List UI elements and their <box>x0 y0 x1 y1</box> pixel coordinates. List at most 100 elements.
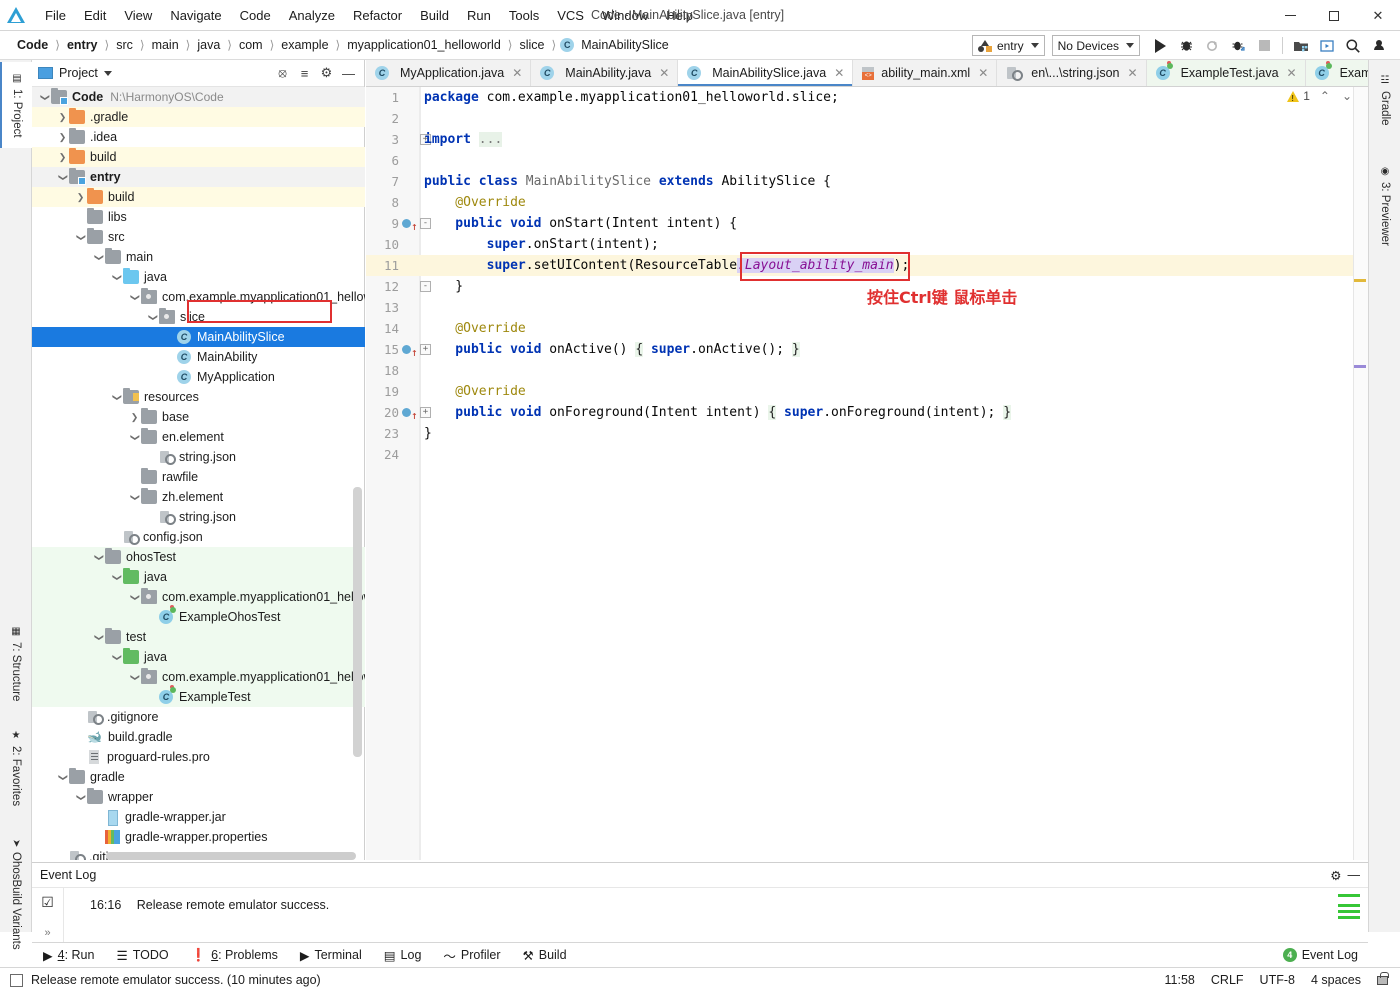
tool-window-button[interactable]: ❗ 6: Problems <box>180 948 289 963</box>
menu-tools[interactable]: Tools <box>500 4 548 27</box>
breadcrumb-example[interactable]: example <box>278 38 331 52</box>
menu-file[interactable]: File <box>36 4 75 27</box>
sidebar-item-ohosbuild-variants[interactable]: ➤ OhosBuild Variants <box>0 823 32 965</box>
chevron-right-icon[interactable] <box>56 112 69 123</box>
menu-edit[interactable]: Edit <box>75 4 115 27</box>
chevron-right-icon[interactable] <box>56 132 69 143</box>
breadcrumb-entry[interactable]: entry <box>64 38 101 52</box>
checkbox-icon[interactable]: ☑ <box>32 894 63 911</box>
tree-node[interactable]: src <box>32 227 365 247</box>
chevron-down-icon[interactable] <box>128 292 141 303</box>
code-line[interactable]: 19 @Override <box>366 381 1368 402</box>
menu-analyze[interactable]: Analyze <box>280 4 344 27</box>
menu-run[interactable]: Run <box>458 4 500 27</box>
tree-node[interactable]: string.json <box>32 507 365 527</box>
tree-node[interactable]: C MainAbility <box>32 347 365 367</box>
stripe-marker-caret[interactable] <box>1354 365 1366 368</box>
chevron-down-icon[interactable] <box>146 312 159 323</box>
gutter-run-icon[interactable] <box>402 408 411 417</box>
menu-refactor[interactable]: Refactor <box>344 4 411 27</box>
editor-tab[interactable]: C MainAbilitySlice.java ✕ <box>678 60 854 86</box>
gear-icon[interactable]: ⚙ <box>317 64 336 83</box>
code-line[interactable]: 1 package com.example.myapplication01_hel… <box>366 87 1368 108</box>
code-line[interactable]: 20 ↑ + public void onForeground(Intent int… <box>366 402 1368 423</box>
tree-node[interactable]: string.json <box>32 447 365 467</box>
breadcrumb-slice[interactable]: slice <box>516 38 547 52</box>
tree-vertical-scrollbar[interactable] <box>353 87 363 860</box>
collapse-all-icon[interactable]: ≡ <box>295 64 314 83</box>
chevron-down-icon[interactable] <box>38 92 51 103</box>
chevron-down-icon[interactable] <box>92 552 105 563</box>
code-lines[interactable]: 1 package com.example.myapplication01_hel… <box>366 87 1368 860</box>
menu-vcs[interactable]: VCS <box>548 4 593 27</box>
tree-node[interactable]: ohosTest <box>32 547 365 567</box>
tree-node[interactable]: rawfile <box>32 467 365 487</box>
hide-icon[interactable]: — <box>1348 868 1361 882</box>
chevron-down-icon[interactable] <box>56 772 69 783</box>
tree-scroll-thumb[interactable] <box>353 487 362 757</box>
tree-node[interactable]: com.example.myapplication01_hellow <box>32 287 365 307</box>
breadcrumb-java[interactable]: java <box>194 38 223 52</box>
menu-build[interactable]: Build <box>411 4 458 27</box>
tree-node[interactable]: proguard-rules.pro <box>32 747 365 767</box>
breadcrumb-package[interactable]: myapplication01_helloworld <box>344 38 504 52</box>
menu-code[interactable]: Code <box>231 4 280 27</box>
chevron-down-icon[interactable] <box>92 632 105 643</box>
chevron-down-icon[interactable] <box>128 432 141 443</box>
chevron-down-icon[interactable] <box>128 592 141 603</box>
tree-horizontal-scrollbar[interactable] <box>32 851 365 860</box>
tree-node[interactable]: wrapper <box>32 787 365 807</box>
breadcrumb-class[interactable]: MainAbilitySlice <box>578 38 672 52</box>
close-icon[interactable]: ✕ <box>512 66 522 80</box>
locate-icon[interactable]: ⦻ <box>273 64 292 83</box>
close-button[interactable]: ✕ <box>1356 0 1400 31</box>
sidebar-item-previewer[interactable]: ◉ 3: Previewer <box>1369 150 1400 262</box>
tree-node[interactable]: slice <box>32 307 365 327</box>
next-problem-icon[interactable]: ⌄ <box>1334 89 1352 103</box>
chevron-down-icon[interactable] <box>74 232 87 243</box>
tree-node[interactable]: base <box>32 407 365 427</box>
breadcrumb-src[interactable]: src <box>113 38 136 52</box>
tree-node[interactable]: .gitignore <box>32 707 365 727</box>
tool-window-button[interactable]: ▶ 4: Run <box>32 948 105 963</box>
sidebar-item-project[interactable]: ▤ 1: Project <box>0 62 32 148</box>
code-line[interactable]: 8 @Override <box>366 192 1368 213</box>
tree-node[interactable]: C MyApplication <box>32 367 365 387</box>
chevron-down-icon[interactable] <box>92 252 105 263</box>
debug-button[interactable] <box>1173 33 1199 59</box>
breadcrumb-main[interactable]: main <box>149 38 182 52</box>
tree-node[interactable]: 🐋 build.gradle <box>32 727 365 747</box>
project-panel-title[interactable]: Project <box>38 66 112 80</box>
tree-node[interactable]: build <box>32 147 365 167</box>
tree-node[interactable]: java <box>32 647 365 667</box>
editor-tab[interactable]: en\...\string.json ✕ <box>997 60 1147 86</box>
code-line[interactable]: 24 <box>366 444 1368 465</box>
tree-node[interactable]: build <box>32 187 365 207</box>
close-icon[interactable]: ✕ <box>978 66 988 80</box>
code-line[interactable]: 7 public class MainAbilitySlice extends A… <box>366 171 1368 192</box>
gutter-run-icon[interactable] <box>402 345 411 354</box>
chevron-down-icon[interactable] <box>110 572 123 583</box>
event-log-toggle[interactable]: 4 Event Log <box>1282 948 1368 962</box>
inspection-summary[interactable]: 1 ⌃ ⌄ <box>1287 89 1352 103</box>
tool-window-bar[interactable]: ▶ 4: Run ☰ TODO ❗ 6: Problems ▶ Terminal ▤ Log 〜 Pr… <box>32 942 1368 967</box>
tool-window-button[interactable]: ▤ Log <box>373 948 433 963</box>
prev-problem-icon[interactable]: ⌃ <box>1314 89 1330 103</box>
tree-node[interactable]: main <box>32 247 365 267</box>
chevron-down-icon[interactable] <box>110 652 123 663</box>
tree-node[interactable]: Code N:\HarmonyOS\Code <box>32 87 365 107</box>
code-line[interactable]: 23} <box>366 423 1368 444</box>
lock-icon[interactable] <box>1377 971 1389 985</box>
search-icon[interactable] <box>1340 33 1366 59</box>
device-selector[interactable]: No Devices <box>1051 35 1140 56</box>
profile-button[interactable] <box>1225 33 1251 59</box>
tree-node[interactable]: com.example.myapplication01_hellow <box>32 587 365 607</box>
line-separator[interactable]: CRLF <box>1211 973 1244 987</box>
file-encoding[interactable]: UTF-8 <box>1260 973 1295 987</box>
tree-node[interactable]: en.element <box>32 427 365 447</box>
chevron-down-icon[interactable] <box>110 272 123 283</box>
tree-node[interactable]: resources <box>32 387 365 407</box>
editor-tab[interactable]: ability_main.xml ✕ <box>853 60 998 86</box>
code-line[interactable]: 6 <box>366 150 1368 171</box>
caret-position[interactable]: 11:58 <box>1165 973 1195 987</box>
